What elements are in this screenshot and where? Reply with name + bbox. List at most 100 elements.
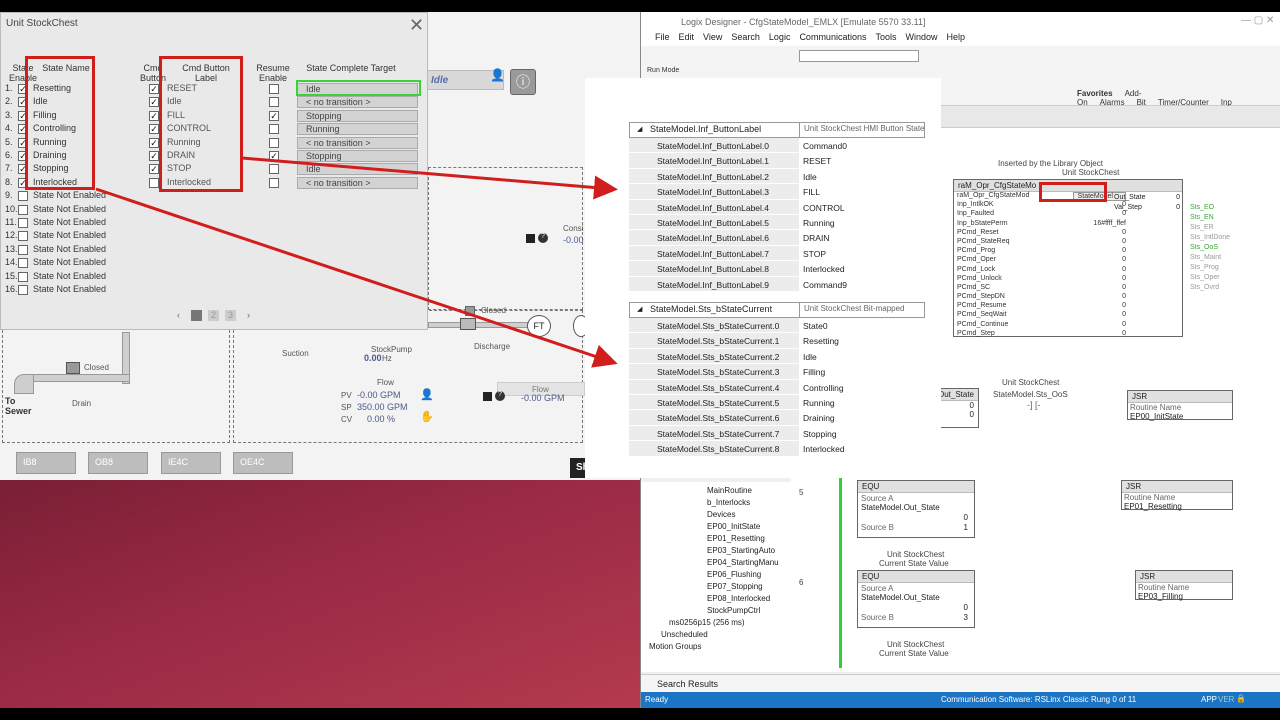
aoi-param-value[interactable]: 0 bbox=[1122, 321, 1126, 328]
tag-name[interactable]: StateModel.Inf_ButtonLabel.3 bbox=[629, 184, 799, 200]
tag-name[interactable]: StateModel.Inf_ButtonLabel.1 bbox=[629, 153, 799, 169]
aoi-param-value[interactable]: 0 bbox=[1122, 229, 1126, 236]
tree-item[interactable]: MainRoutine bbox=[707, 486, 752, 495]
menu-communications[interactable]: Communications bbox=[799, 32, 866, 42]
menu-logic[interactable]: Logic bbox=[769, 32, 791, 42]
tag-name[interactable]: StateModel.Sts_bStateCurrent.2 bbox=[629, 348, 799, 365]
tag-value[interactable]: Draining bbox=[803, 413, 835, 423]
state-complete-target[interactable]: Running bbox=[297, 123, 418, 136]
close-icon[interactable]: ✕ bbox=[409, 15, 424, 36]
state-enable-checkbox[interactable] bbox=[18, 244, 28, 255]
tag-value[interactable]: Stopping bbox=[803, 429, 837, 439]
tag-value[interactable]: Idle bbox=[803, 172, 817, 182]
state-enable-checkbox[interactable] bbox=[18, 285, 28, 295]
state-enable-checkbox[interactable] bbox=[18, 204, 28, 215]
drain-valve[interactable] bbox=[66, 362, 80, 374]
search-results-tab[interactable]: Search Results bbox=[641, 674, 1280, 692]
aoi-param-value[interactable]: 0 bbox=[1122, 311, 1126, 318]
tag-name[interactable]: StateModel.Sts_bStateCurrent.5 bbox=[629, 394, 799, 411]
rung5-jsr[interactable]: JSR Routine Name EP01_Resetting bbox=[1121, 480, 1233, 511]
state-enable-checkbox[interactable] bbox=[18, 191, 28, 202]
tree-item[interactable]: EP07_Stopping bbox=[707, 582, 763, 591]
aoi-block[interactable]: raM_Opr_CfgStateMo raM_Opr_CfgStateMod St… bbox=[953, 179, 1230, 337]
pager-next[interactable]: › bbox=[243, 310, 254, 321]
tree-item[interactable]: EP04_StartingManu bbox=[707, 558, 779, 567]
tag-name[interactable]: StateModel.Inf_ButtonLabel.8 bbox=[629, 261, 799, 277]
menu-help[interactable]: Help bbox=[947, 32, 966, 42]
rung4-jsr[interactable]: JSR Routine Name EP00_InitState bbox=[1127, 390, 1233, 421]
xic-contact[interactable]: -] [- bbox=[1027, 400, 1041, 410]
pager-page-2[interactable]: 2 bbox=[208, 310, 219, 321]
aoi-param-value[interactable]: 0 bbox=[1122, 330, 1126, 337]
state-enable-checkbox[interactable] bbox=[18, 258, 28, 269]
tag-value[interactable]: Running bbox=[803, 398, 835, 408]
state-complete-target[interactable]: < no transition > bbox=[297, 136, 418, 149]
cmd-button-checkbox[interactable]: ✓ bbox=[149, 97, 159, 108]
tag-value[interactable]: CONTROL bbox=[803, 203, 845, 213]
tag-value[interactable]: Resetting bbox=[803, 336, 839, 346]
cmd-button-checkbox[interactable]: ✓ bbox=[149, 164, 159, 175]
tag-name[interactable]: StateModel.Sts_bStateCurrent.3 bbox=[629, 364, 799, 380]
tree-item[interactable]: ms0256p15 (256 ms) bbox=[669, 618, 745, 627]
state-complete-target[interactable]: < no transition > bbox=[297, 96, 418, 109]
tree-item[interactable]: StockPumpCtrl bbox=[707, 606, 760, 615]
cmd-button-checkbox[interactable]: ✓ bbox=[149, 151, 159, 161]
tree-item[interactable]: EP06_Flushing bbox=[707, 570, 761, 579]
state-complete-target[interactable]: Stopping bbox=[297, 109, 418, 122]
state-enable-checkbox[interactable] bbox=[18, 271, 28, 282]
rung6-routine[interactable]: EP03_Filling bbox=[1138, 592, 1183, 601]
aoi-param-value[interactable]: 0 bbox=[1122, 266, 1126, 273]
state-enable-checkbox[interactable] bbox=[18, 218, 28, 228]
tree-item[interactable]: Devices bbox=[707, 510, 735, 519]
tag-value[interactable]: STOP bbox=[803, 249, 826, 259]
resume-enable-checkbox[interactable] bbox=[269, 97, 279, 108]
flow-transmitter[interactable]: FT bbox=[527, 315, 551, 337]
search-combo[interactable] bbox=[799, 50, 919, 62]
tag-value[interactable]: Interlocked bbox=[803, 264, 845, 274]
rung6-jsr[interactable]: JSR Routine Name EP03_Filling bbox=[1135, 570, 1233, 601]
tag-value[interactable]: DRAIN bbox=[803, 233, 829, 243]
tree-item[interactable]: Unscheduled bbox=[661, 630, 708, 639]
valve-icon[interactable] bbox=[465, 306, 475, 316]
tag-name[interactable]: StateModel.Inf_ButtonLabel.9 bbox=[629, 276, 799, 292]
pager-prev[interactable]: ‹ bbox=[173, 310, 184, 321]
pager-page-1[interactable]: 1 bbox=[191, 310, 202, 321]
aoi-param-value[interactable]: 0 bbox=[1122, 284, 1126, 291]
tag-name[interactable]: StateModel.Inf_ButtonLabel.6 bbox=[629, 230, 799, 246]
tree-item[interactable]: EP08_Interlocked bbox=[707, 594, 770, 603]
rung6-equ[interactable]: EQU Source A StateModel.Out_State 0 Sour… bbox=[857, 570, 975, 628]
tag-name[interactable]: StateModel.Sts_bStateCurrent.6 bbox=[629, 410, 799, 426]
resume-enable-checkbox[interactable] bbox=[269, 137, 279, 148]
aoi-param-value[interactable]: 0 bbox=[1122, 210, 1126, 217]
instr-tab[interactable]: Favorites bbox=[1077, 89, 1113, 98]
rung5-routine[interactable]: EP01_Resetting bbox=[1124, 502, 1182, 511]
io-tag-ib8[interactable]: IB8 bbox=[16, 452, 76, 474]
aoi-param-value[interactable]: 0 bbox=[1122, 302, 1126, 309]
resume-enable-checkbox[interactable] bbox=[269, 84, 279, 94]
tag-name[interactable]: StateModel.Inf_ButtonLabel.5 bbox=[629, 214, 799, 231]
rung5-equ[interactable]: EQU Source A StateModel.Out_State 0 Sour… bbox=[857, 480, 975, 538]
table2-header[interactable]: StateModel.Sts_bStateCurrent bbox=[630, 303, 800, 317]
menu-window[interactable]: Window bbox=[905, 32, 937, 42]
tag-value[interactable]: Command0 bbox=[803, 141, 847, 151]
resume-enable-checkbox[interactable] bbox=[269, 164, 279, 175]
tag-value[interactable]: State0 bbox=[803, 321, 828, 331]
aoi-param-value[interactable]: 0 bbox=[1122, 275, 1126, 282]
menu-search[interactable]: Search bbox=[731, 32, 760, 42]
cmd-button-checkbox[interactable]: ✓ bbox=[149, 110, 159, 121]
tree-item[interactable]: EP00_InitState bbox=[707, 522, 760, 531]
pager-page-3[interactable]: 3 bbox=[225, 310, 236, 321]
cmd-button-checkbox[interactable]: ✓ bbox=[149, 137, 159, 148]
tag-name[interactable]: StateModel.Sts_bStateCurrent.7 bbox=[629, 425, 799, 442]
menu-tools[interactable]: Tools bbox=[875, 32, 896, 42]
info-icon[interactable]: ⓘ bbox=[510, 69, 536, 95]
io-tag-ob8[interactable]: OB8 bbox=[88, 452, 148, 474]
tree-item[interactable]: EP01_Resetting bbox=[707, 534, 765, 543]
aoi-param-value[interactable]: 0 bbox=[1122, 256, 1126, 263]
tag-value[interactable]: Idle bbox=[803, 352, 817, 362]
tag-name[interactable]: StateModel.Sts_bStateCurrent.0 bbox=[629, 318, 799, 334]
tag-value[interactable]: FILL bbox=[803, 187, 820, 197]
rung4-routine[interactable]: EP00_InitState bbox=[1130, 412, 1183, 421]
tree-item[interactable]: Motion Groups bbox=[649, 642, 701, 651]
tag-name[interactable]: StateModel.Inf_ButtonLabel.7 bbox=[629, 245, 799, 262]
